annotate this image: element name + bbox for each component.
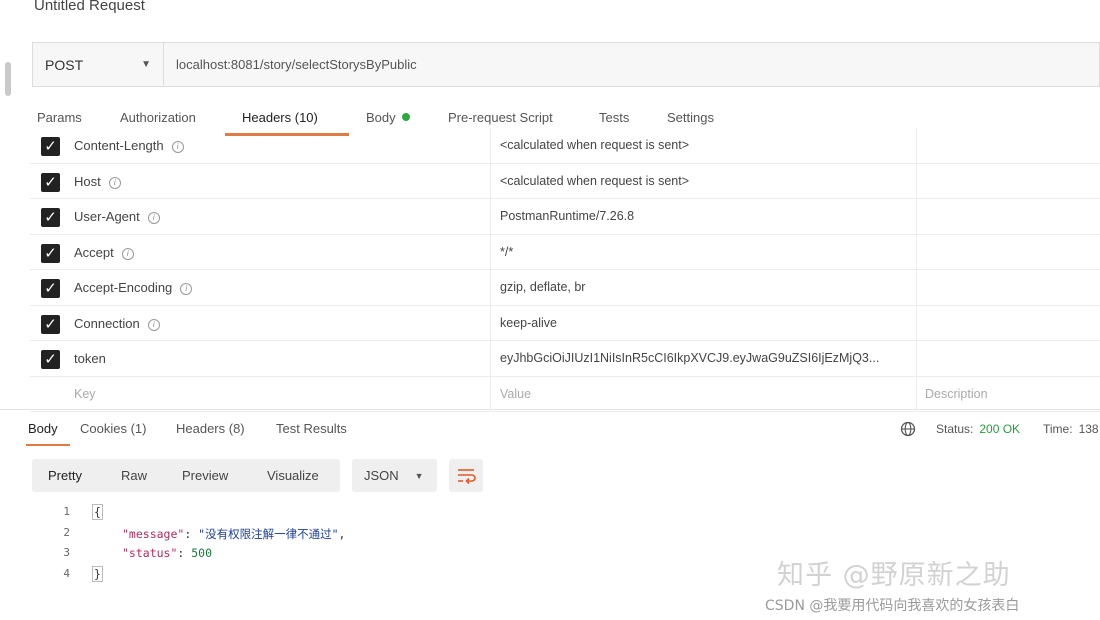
tab-settings[interactable]: Settings: [667, 110, 714, 125]
table-row: ✓ User-Agent i PostmanRuntime/7.26.8: [30, 199, 1100, 235]
table-row: ✓ Host i <calculated when request is sent…: [30, 164, 1100, 199]
header-value: gzip, deflate, br: [500, 280, 586, 294]
checkbox[interactable]: ✓: [41, 208, 60, 227]
response-status: Status: 200 OK: [936, 422, 1021, 436]
line-number: 3: [63, 546, 70, 559]
url-input[interactable]: localhost:8081/story/selectStorysByPubli…: [164, 43, 417, 86]
checkbox[interactable]: ✓: [41, 350, 60, 369]
chevron-down-icon: ▼: [414, 470, 424, 481]
tab-params[interactable]: Params: [37, 110, 82, 125]
wrap-lines-button[interactable]: [449, 459, 483, 492]
info-icon[interactable]: i: [180, 283, 193, 295]
tab-body-label: Body: [366, 110, 396, 125]
code-text: "message": "没有权限注解一律不通过",: [122, 526, 346, 541]
wrap-lines-icon: [458, 469, 476, 485]
header-value: */*: [500, 244, 514, 259]
info-icon[interactable]: i: [147, 212, 160, 224]
visualize-button[interactable]: Visualize: [267, 468, 319, 483]
headers-table: ✓ Content-Length i <calculated when reque…: [30, 128, 1100, 412]
checkbox[interactable]: ✓: [41, 279, 60, 298]
chevron-down-icon: ▼: [141, 59, 151, 70]
table-row: ✓ Accept i */*: [30, 235, 1100, 270]
active-tab-underline: [26, 444, 70, 446]
watermark-secondary: CSDN @我要用代码向我喜欢的女孩表白: [765, 598, 1020, 614]
info-icon[interactable]: i: [121, 247, 134, 260]
response-time: Time: 138: [1043, 422, 1099, 436]
view-mode-group: Pretty Raw Preview Visualize: [32, 459, 340, 492]
pane-divider[interactable]: [0, 409, 1100, 410]
checkbox[interactable]: ✓: [41, 314, 60, 334]
tab-body[interactable]: Body: [366, 110, 410, 125]
response-tabs: Body Cookies (1) Headers (8) Test Result…: [0, 421, 1100, 445]
status-badge: 200 OK: [979, 422, 1021, 436]
tab-response-body[interactable]: Body: [28, 421, 58, 436]
format-select[interactable]: JSON ▼: [352, 459, 437, 492]
table-row: ✓ Content-Length i <calculated when reque…: [30, 128, 1100, 164]
tab-pre-request-script[interactable]: Pre-request Script: [448, 110, 553, 125]
tab-tests[interactable]: Tests: [599, 110, 629, 125]
method-label: POST: [45, 56, 84, 73]
format-label: JSON: [364, 468, 399, 483]
table-row: ✓ token eyJhbGciOiJIUzI1NiIsInR5cCI6IkpX…: [30, 341, 1100, 377]
pretty-button[interactable]: Pretty: [48, 468, 82, 483]
watermark-primary: 知乎 @野原新之助: [777, 560, 1011, 591]
header-key: Connection i: [74, 316, 160, 331]
line-number: 1: [63, 505, 70, 518]
tab-cookies[interactable]: Cookies (1): [80, 421, 146, 436]
description-placeholder-input[interactable]: Description: [925, 387, 988, 401]
url-bar: POST ▼ localhost:8081/story/selectStorys…: [32, 42, 1100, 87]
globe-icon[interactable]: [900, 421, 916, 437]
header-value: eyJhbGciOiJIUzI1NiIsInR5cCI6IkpXVCJ9.eyJ…: [500, 351, 880, 365]
body-indicator-dot-icon: [401, 113, 410, 121]
request-title: Untitled Request: [34, 0, 145, 14]
table-row: ✓ Connection i keep-alive: [30, 306, 1100, 341]
info-icon[interactable]: i: [108, 176, 121, 189]
header-key: Accept-Encoding i: [74, 280, 193, 295]
raw-button[interactable]: Raw: [121, 468, 147, 483]
line-number: 4: [63, 566, 70, 580]
tab-authorization[interactable]: Authorization: [120, 110, 196, 125]
info-icon[interactable]: i: [147, 318, 160, 331]
tab-response-headers[interactable]: Headers (8): [176, 421, 245, 436]
header-key: User-Agent i: [74, 209, 160, 224]
header-value: keep-alive: [500, 315, 557, 330]
preview-button[interactable]: Preview: [182, 468, 228, 483]
header-value: <calculated when request is sent>: [500, 173, 690, 188]
code-text: }: [92, 565, 103, 582]
line-number: 2: [63, 525, 70, 539]
header-key: Host i: [74, 174, 121, 189]
scrollbar[interactable]: [5, 62, 11, 96]
checkbox[interactable]: ✓: [41, 137, 60, 156]
method-select[interactable]: POST ▼: [33, 43, 164, 86]
table-row-placeholder: Key Value Description: [30, 377, 1100, 412]
code-text: "status": 500: [122, 546, 213, 560]
code-text: {: [92, 504, 103, 520]
header-key: Accept i: [74, 245, 134, 260]
header-key: token: [74, 351, 106, 366]
tab-headers[interactable]: Headers (10): [242, 110, 318, 125]
checkbox[interactable]: ✓: [41, 243, 60, 263]
checkbox[interactable]: ✓: [41, 172, 60, 192]
header-value: PostmanRuntime/7.26.8: [500, 209, 635, 223]
header-key: Content-Length i: [74, 138, 184, 153]
key-placeholder-input[interactable]: Key: [74, 387, 96, 401]
table-row: ✓ Accept-Encoding i gzip, deflate, br: [30, 270, 1100, 306]
info-icon[interactable]: i: [171, 141, 184, 153]
header-value: <calculated when request is sent>: [500, 138, 690, 152]
value-placeholder-input[interactable]: Value: [500, 387, 910, 401]
tab-test-results[interactable]: Test Results: [276, 421, 347, 436]
